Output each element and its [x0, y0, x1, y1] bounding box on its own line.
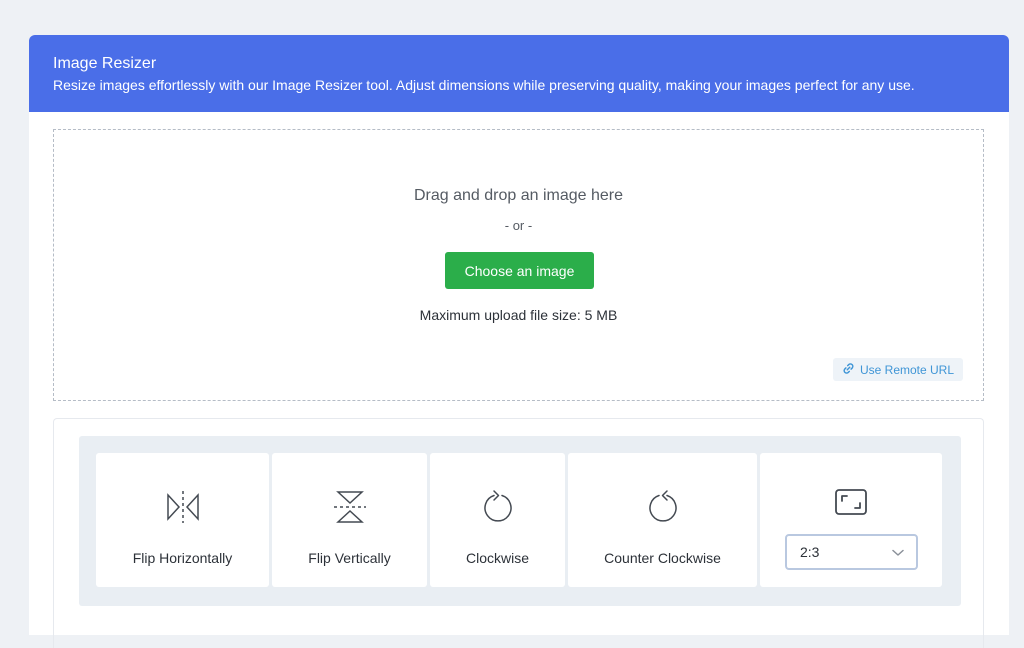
aspect-ratio-value: 2:3 [800, 544, 820, 560]
upload-dropzone[interactable]: Drag and drop an image here - or - Choos… [53, 129, 984, 401]
page-subtitle: Resize images effortlessly with our Imag… [53, 77, 915, 93]
max-upload-size: Maximum upload file size: 5 MB [419, 307, 618, 323]
flip-vertical-icon [332, 489, 368, 530]
image-resizer-panel: Image Resizer Resize images effortlessly… [29, 35, 1009, 648]
crop-aspect-icon [834, 487, 868, 522]
or-separator: - or - [504, 218, 533, 233]
aspect-ratio-panel: 2:3 [760, 453, 942, 587]
flip-vertically-label: Flip Vertically [308, 550, 391, 566]
use-remote-url-label: Use Remote URL [859, 362, 955, 377]
aspect-ratio-select[interactable]: 2:3 [785, 534, 918, 570]
flip-horizontal-icon [165, 489, 201, 530]
link-icon [842, 362, 855, 378]
chevron-down-icon [892, 544, 904, 560]
page-title: Image Resizer [53, 55, 157, 72]
flip-vertically-button[interactable]: Flip Vertically [272, 453, 427, 587]
choose-image-button[interactable]: Choose an image [445, 252, 594, 289]
tools-section: Flip Horizontally Flip Vertically Clockw… [53, 418, 984, 648]
drag-drop-text: Drag and drop an image here [413, 187, 624, 204]
rotate-counter-clockwise-icon [645, 489, 681, 530]
flip-horizontally-button[interactable]: Flip Horizontally [96, 453, 269, 587]
use-remote-url-button[interactable]: Use Remote URL [833, 358, 963, 381]
header-banner: Image Resizer Resize images effortlessly… [29, 35, 1009, 112]
rotate-clockwise-icon [480, 489, 516, 530]
rotate-counter-clockwise-button[interactable]: Counter Clockwise [568, 453, 757, 587]
clockwise-label: Clockwise [465, 550, 529, 566]
counter-clockwise-label: Counter Clockwise [604, 550, 721, 566]
tools-toolbar: Flip Horizontally Flip Vertically Clockw… [79, 436, 961, 606]
rotate-clockwise-button[interactable]: Clockwise [430, 453, 565, 587]
flip-horizontally-label: Flip Horizontally [132, 550, 233, 566]
